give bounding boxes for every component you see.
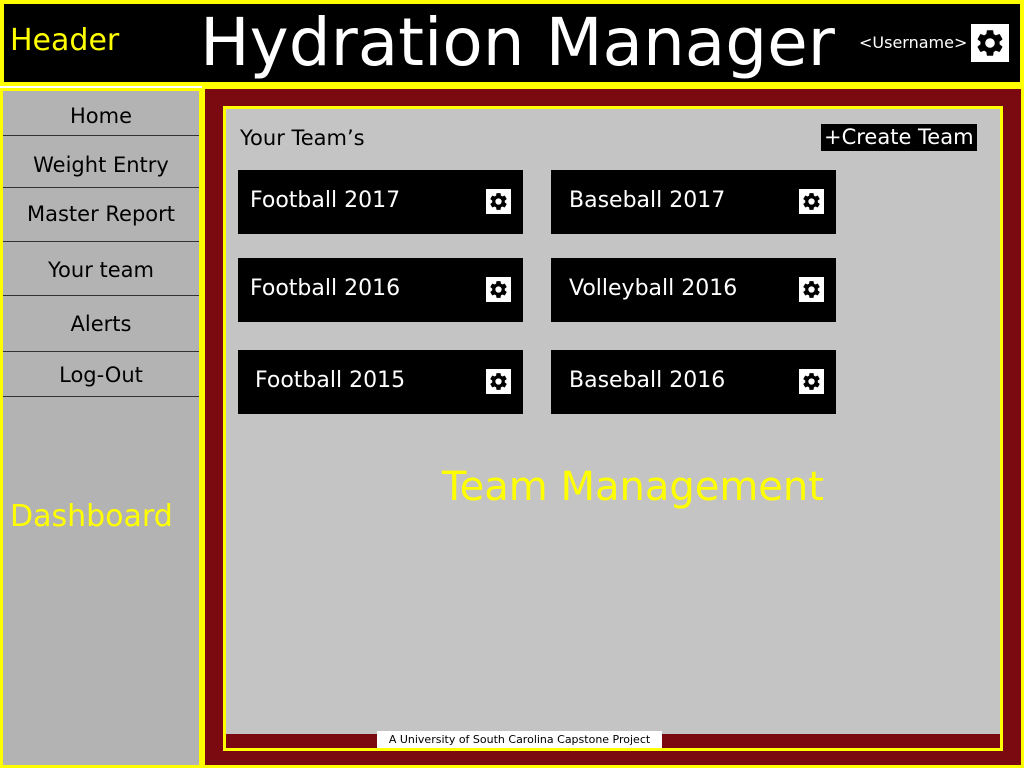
main-frame: Your Team’s +Create Team Football 2017 B… bbox=[202, 86, 1024, 768]
sidebar-item-master-report[interactable]: Master Report bbox=[3, 188, 199, 242]
team-card[interactable]: Baseball 2016 bbox=[551, 350, 836, 414]
create-team-button[interactable]: +Create Team bbox=[821, 124, 977, 151]
team-settings-button[interactable] bbox=[486, 369, 511, 394]
team-card[interactable]: Volleyball 2016 bbox=[551, 258, 836, 322]
sidebar-item-weight-entry[interactable]: Weight Entry bbox=[3, 136, 199, 188]
team-name: Baseball 2017 bbox=[569, 188, 726, 213]
settings-button[interactable] bbox=[971, 24, 1009, 62]
app-window: Header Hydration Manager <Username> Home… bbox=[0, 0, 1024, 768]
sidebar-item-log-out[interactable]: Log-Out bbox=[3, 352, 199, 397]
gear-icon bbox=[490, 373, 507, 390]
sidebar-item-your-team[interactable]: Your team bbox=[3, 242, 199, 296]
team-name: Football 2017 bbox=[250, 188, 401, 213]
team-name: Football 2015 bbox=[255, 368, 406, 393]
header-region-label: Header bbox=[10, 23, 120, 58]
team-settings-button[interactable] bbox=[799, 277, 824, 302]
gear-icon bbox=[803, 373, 820, 390]
footer-credit: A University of South Carolina Capstone … bbox=[377, 731, 662, 748]
team-card[interactable]: Football 2017 bbox=[238, 170, 523, 234]
gear-icon bbox=[490, 193, 507, 210]
username-label[interactable]: <Username> bbox=[859, 33, 967, 53]
team-settings-button[interactable] bbox=[799, 189, 824, 214]
team-name: Football 2016 bbox=[250, 276, 401, 301]
team-settings-button[interactable] bbox=[486, 189, 511, 214]
app-title: Hydration Manager bbox=[200, 4, 835, 81]
team-card[interactable]: Football 2016 bbox=[238, 258, 523, 322]
team-card[interactable]: Baseball 2017 bbox=[551, 170, 836, 234]
team-name: Volleyball 2016 bbox=[569, 276, 738, 301]
header-bar: Header Hydration Manager <Username> bbox=[0, 0, 1024, 86]
section-title: Your Team’s bbox=[240, 126, 365, 150]
team-name: Baseball 2016 bbox=[569, 368, 726, 393]
gear-icon bbox=[490, 281, 507, 298]
team-management-region-label: Team Management bbox=[442, 464, 824, 510]
team-management-panel: Your Team’s +Create Team Football 2017 B… bbox=[223, 106, 1003, 751]
dashboard-region-label: Dashboard bbox=[10, 499, 173, 534]
sidebar-item-home[interactable]: Home bbox=[3, 91, 199, 136]
gear-icon bbox=[803, 281, 820, 298]
gear-icon bbox=[803, 193, 820, 210]
sidebar: Home Weight Entry Master Report Your tea… bbox=[0, 88, 202, 768]
gear-icon bbox=[977, 30, 1003, 56]
team-card[interactable]: Football 2015 bbox=[238, 350, 523, 414]
team-settings-button[interactable] bbox=[799, 369, 824, 394]
team-settings-button[interactable] bbox=[486, 277, 511, 302]
sidebar-item-alerts[interactable]: Alerts bbox=[3, 296, 199, 352]
